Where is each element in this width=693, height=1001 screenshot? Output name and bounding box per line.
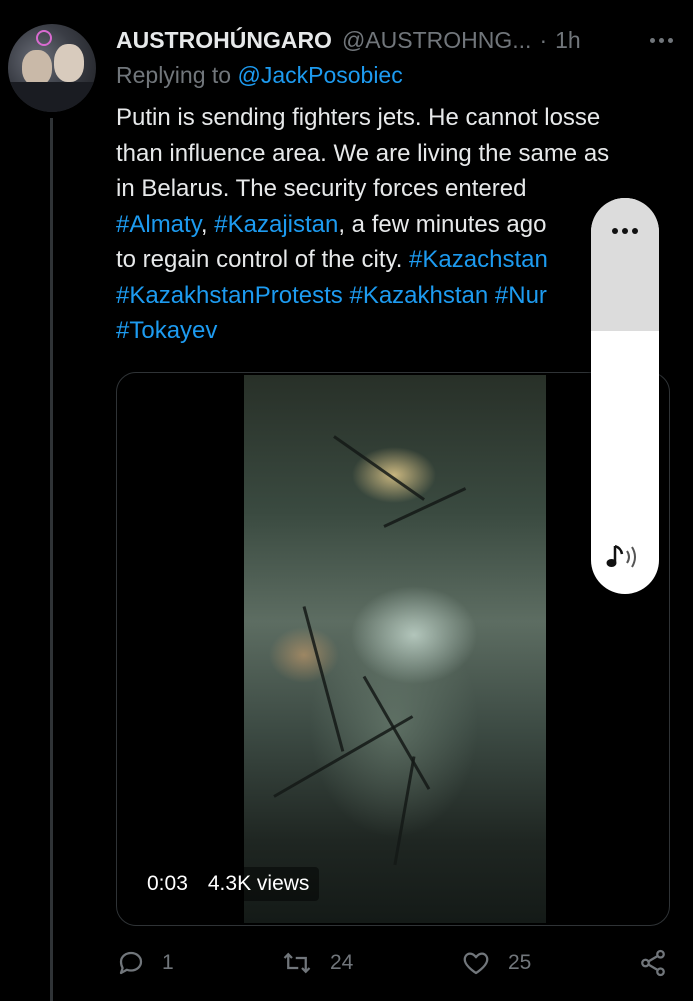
video-tree-branch bbox=[362, 675, 431, 790]
heart-icon bbox=[463, 952, 489, 975]
avatar-accent bbox=[36, 30, 52, 46]
hashtag-link[interactable]: #Almaty bbox=[116, 211, 201, 238]
retweet-count: 24 bbox=[330, 951, 354, 974]
tweet-actions: 1 24 25 bbox=[116, 946, 674, 980]
reply-count: 1 bbox=[162, 951, 174, 974]
retweet-icon bbox=[283, 952, 311, 974]
video-meta: 0:03 4.3K views bbox=[137, 867, 320, 901]
user-handle[interactable]: @AUSTROHNG... bbox=[342, 27, 531, 54]
text-fragment: , bbox=[200, 210, 215, 238]
reply-prefix: Replying to bbox=[116, 62, 232, 88]
hashtag-link[interactable]: #KazakhstanProtests bbox=[116, 282, 343, 309]
share-button[interactable] bbox=[638, 946, 668, 980]
video-tree-branch bbox=[302, 606, 345, 752]
video-timestamp: 0:03 bbox=[147, 872, 188, 895]
video-tree-branch bbox=[383, 487, 467, 528]
hashtag-link[interactable]: #Kazachstan bbox=[409, 246, 548, 273]
hashtag-link[interactable]: #Kazakhstan bbox=[349, 282, 488, 309]
hashtag-link[interactable]: #Nur bbox=[495, 282, 547, 309]
video-tree-branch bbox=[273, 715, 414, 798]
tweet-header: AUSTROHÚNGARO @AUSTROHNG... · 1h bbox=[116, 24, 673, 56]
tweet-text-line: than influence area. We are living the s… bbox=[116, 139, 610, 167]
retweet-button[interactable]: 24 bbox=[280, 946, 353, 980]
avatar-face bbox=[54, 44, 84, 82]
avatar-face bbox=[22, 50, 52, 86]
hashtag-link[interactable]: #Kazajistan bbox=[214, 211, 338, 238]
volume-popup[interactable] bbox=[591, 198, 659, 594]
text-fragment: to regain control of the city. bbox=[116, 246, 410, 273]
sound-icon[interactable] bbox=[605, 542, 645, 572]
video-tree-branch bbox=[393, 756, 416, 866]
thread-line bbox=[50, 118, 53, 1001]
more-dots-icon[interactable] bbox=[591, 228, 659, 234]
video-views: 4.3K views bbox=[207, 872, 310, 895]
volume-slider-track[interactable] bbox=[591, 198, 659, 331]
reply-mention[interactable]: @JackPosobiec bbox=[237, 62, 402, 88]
text-fragment: , a few minutes ago bbox=[338, 210, 547, 238]
video-card[interactable]: 0:03 4.3K views bbox=[116, 372, 670, 926]
tweet-text-line: Putin is sending fighters jets. He canno… bbox=[116, 104, 601, 131]
share-icon bbox=[641, 949, 665, 977]
more-options-icon[interactable] bbox=[650, 24, 673, 56]
hashtag-link[interactable]: #Tokayev bbox=[116, 317, 217, 344]
tweet-time[interactable]: 1h bbox=[555, 27, 581, 54]
video-frame[interactable] bbox=[244, 375, 546, 923]
like-count: 25 bbox=[508, 951, 532, 974]
reply-context: Replying to @JackPosobiec bbox=[116, 62, 403, 89]
like-button[interactable]: 25 bbox=[460, 946, 531, 980]
avatar[interactable] bbox=[8, 24, 96, 112]
separator-dot: · bbox=[539, 26, 548, 53]
reply-button[interactable]: 1 bbox=[116, 946, 174, 980]
display-name[interactable]: AUSTROHÚNGARO bbox=[116, 27, 332, 54]
video-tree-branch bbox=[333, 435, 425, 501]
reply-icon bbox=[119, 951, 143, 975]
avatar-suit bbox=[8, 82, 96, 112]
